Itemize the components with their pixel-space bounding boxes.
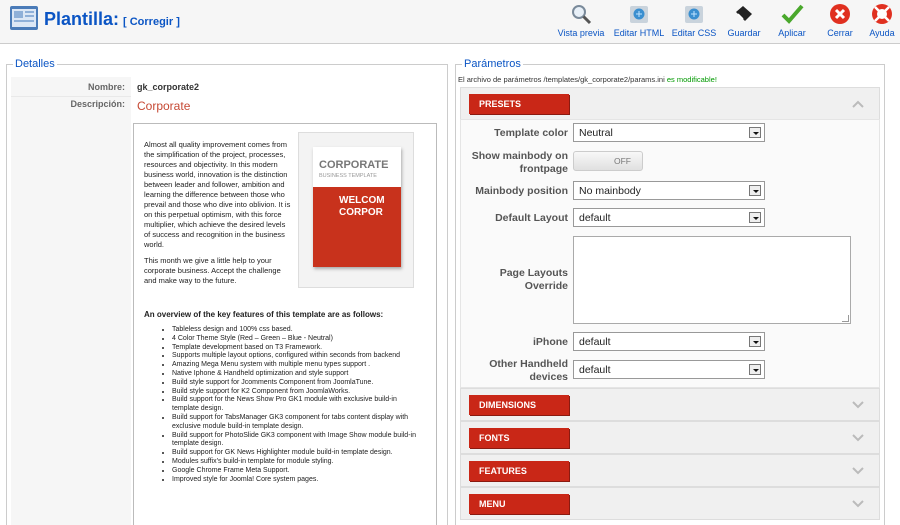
description-text: Almost all quality improvement comes fro…: [144, 140, 292, 292]
chevron-down-icon: [852, 401, 864, 409]
details-legend: Detalles: [13, 58, 57, 70]
edit-html-icon: [630, 6, 648, 23]
panel-features-header[interactable]: FEATURES: [460, 454, 880, 487]
page-layouts-override-label: Page Layouts Override: [499, 267, 568, 292]
panel-menu-header[interactable]: MENU: [460, 487, 880, 520]
template-color-label: Template color: [494, 127, 568, 139]
panel-presets-header[interactable]: PRESETS: [460, 87, 880, 120]
description-title: Corporate: [137, 99, 191, 113]
description-content: Almost all quality improvement comes fro…: [133, 123, 437, 525]
page-title: Plantilla:[ Corregir ]: [44, 9, 180, 29]
thumbnail-preview-image: CORPORATE BUSINESS TEMPLATE WELCOM CORPOR: [313, 147, 401, 267]
list-item: Build support for the News Show Pro GK1 …: [172, 396, 424, 414]
chevron-down-icon: [852, 434, 864, 442]
template-manager-icon: [10, 6, 38, 30]
close-label: Cerrar: [827, 28, 853, 38]
chevron-down-icon: [749, 212, 761, 223]
edit-html-button[interactable]: Editar HTML: [610, 2, 668, 42]
panel-fonts-header[interactable]: FONTS: [460, 421, 880, 454]
list-item: Amazing Mega Menu system with multiple m…: [172, 361, 424, 370]
description-paragraph-2: This month we give a little help to your…: [144, 256, 281, 285]
mainbody-position-select[interactable]: No mainbody: [573, 181, 765, 200]
description-label: Descripción:: [70, 99, 125, 109]
name-label: Nombre:: [87, 82, 125, 92]
save-button[interactable]: Guardar: [720, 2, 768, 42]
save-label: Guardar: [727, 28, 761, 38]
preview-magnifier-icon: [572, 5, 592, 25]
description-paragraph-1: Almost all quality improvement comes fro…: [144, 140, 291, 249]
edit-css-label: Editar CSS: [671, 28, 717, 38]
thumbnail-title: CORPORATE: [319, 159, 389, 171]
toolbar: Vista previa Editar HTML Editar CSS Guar…: [552, 2, 900, 42]
chevron-down-icon: [852, 467, 864, 475]
list-item: Build support for TabsManager GK3 compon…: [172, 414, 424, 432]
toggle-state: OFF: [614, 156, 631, 166]
list-item: Google Chrome Frame Meta Support.: [172, 467, 424, 476]
mainbody-position-label: Mainbody position: [475, 185, 568, 197]
list-item: Build style support for K2 Component fro…: [172, 388, 424, 397]
chevron-down-icon: [749, 185, 761, 196]
iphone-label: iPhone: [532, 336, 568, 348]
show-mainbody-label: Show mainbody on frontpage: [471, 150, 568, 175]
edit-html-label: Editar HTML: [613, 28, 665, 38]
list-item: Template development based on T3 Framewo…: [172, 344, 424, 353]
other-handheld-select[interactable]: default: [573, 360, 765, 379]
list-item: Build support for PhotoSlide GK3 compone…: [172, 432, 424, 450]
template-thumbnail: CORPORATE BUSINESS TEMPLATE WELCOM CORPOR: [298, 132, 414, 288]
preview-button[interactable]: Vista previa: [552, 2, 610, 42]
features-heading: An overview of the key features of this …: [144, 310, 384, 319]
help-label: Ayuda: [869, 28, 895, 38]
panel-dimensions-tab: DIMENSIONS: [469, 395, 569, 415]
page-header: Plantilla:[ Corregir ] Vista previa Edit…: [0, 0, 900, 44]
list-item: 4 Color Theme Style (Red – Green – Blue …: [172, 335, 424, 344]
features-list: Tableless design and 100% css based. 4 C…: [172, 326, 424, 484]
thumbnail-welcome: WELCOM CORPOR: [339, 195, 385, 218]
page-layouts-override-textarea[interactable]: [573, 236, 851, 324]
panel-features-tab: FEATURES: [469, 461, 569, 481]
apply-label: Aplicar: [778, 28, 806, 38]
list-item: Tableless design and 100% css based.: [172, 326, 424, 335]
close-button[interactable]: Cerrar: [816, 2, 864, 42]
list-item: Improved style for Joomla! Core system p…: [172, 476, 424, 485]
details-fieldset: Detalles Nombre: gk_corporate2 Descripci…: [6, 58, 448, 525]
default-layout-label: Default Layout: [495, 212, 568, 224]
help-button[interactable]: Ayuda: [864, 2, 900, 42]
help-lifebuoy-icon: [872, 4, 892, 24]
close-icon: [830, 4, 850, 24]
list-item: Build style support for Jcomments Compon…: [172, 379, 424, 388]
iphone-select[interactable]: default: [573, 332, 765, 351]
desc-row-bg: [11, 97, 131, 525]
default-layout-select[interactable]: default: [573, 208, 765, 227]
edit-css-button[interactable]: Editar CSS: [668, 2, 720, 42]
params-file-message: El archivo de parámetros /templates/gk_c…: [458, 75, 717, 84]
chevron-down-icon: [749, 127, 761, 138]
edit-css-icon: [685, 6, 703, 23]
panel-menu-tab: MENU: [469, 494, 569, 514]
preview-label: Vista previa: [557, 28, 605, 38]
chevron-down-icon: [749, 336, 761, 347]
panel-presets-tab: PRESETS: [469, 94, 569, 114]
other-handheld-label: Other Handheld devices: [489, 358, 568, 383]
page-subtitle: [ Corregir ]: [123, 16, 180, 28]
apply-button[interactable]: Aplicar: [768, 2, 816, 42]
chevron-up-icon: [852, 100, 864, 108]
template-color-select[interactable]: Neutral: [573, 123, 765, 142]
list-item: Supports multiple layout options, config…: [172, 352, 424, 361]
chevron-down-icon: [749, 364, 761, 375]
thumbnail-subtitle: BUSINESS TEMPLATE: [319, 173, 377, 179]
params-legend: Parámetros: [462, 58, 523, 70]
panel-fonts-tab: FONTS: [469, 428, 569, 448]
chevron-down-icon: [852, 500, 864, 508]
apply-check-icon: [781, 4, 804, 24]
panel-dimensions-header[interactable]: DIMENSIONS: [460, 388, 880, 421]
params-file-status: es modificable!: [666, 75, 717, 84]
show-mainbody-toggle[interactable]: OFF: [573, 151, 643, 171]
list-item: Build support for GK News Highlighter mo…: [172, 449, 424, 458]
save-icon: [736, 6, 752, 21]
name-value: gk_corporate2: [137, 82, 200, 92]
list-item: Native Iphone & Handheld optimization an…: [172, 370, 424, 379]
list-item: Modules suffix's build-in template for m…: [172, 458, 424, 467]
